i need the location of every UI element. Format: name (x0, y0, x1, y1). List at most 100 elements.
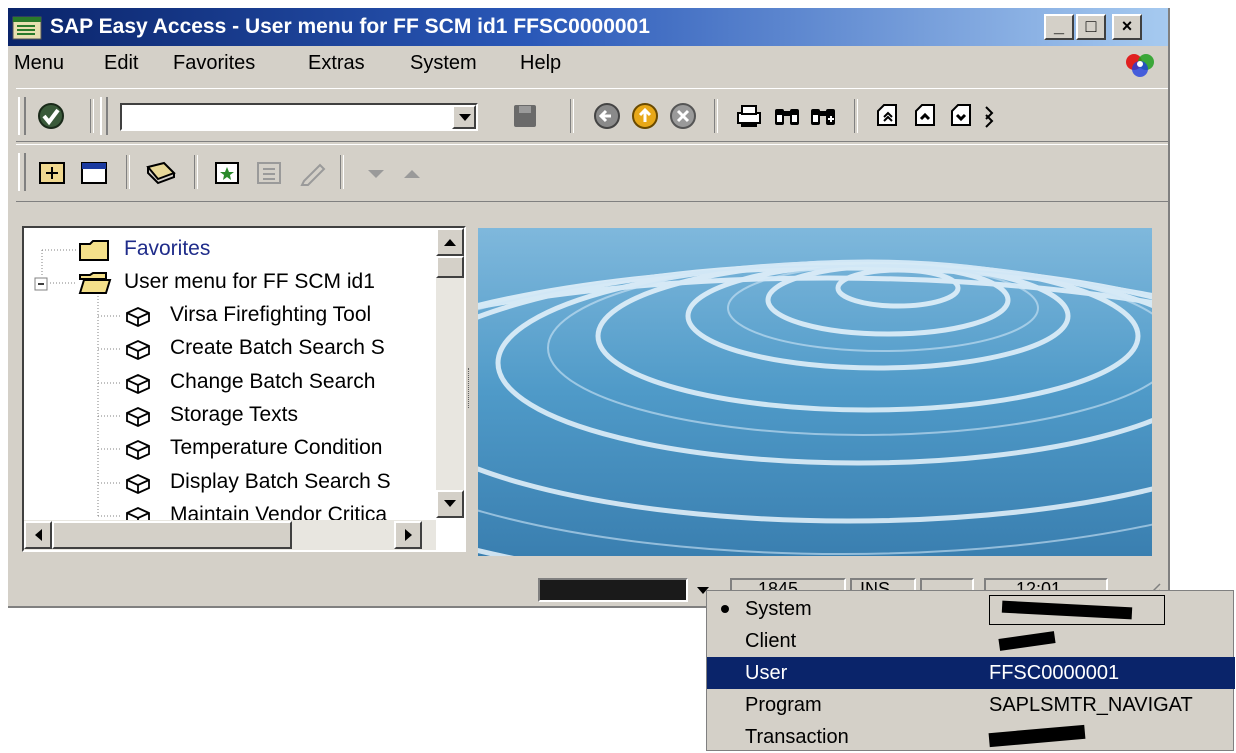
tree-node-label: Favorites (124, 237, 211, 260)
menu-item-help[interactable]: Help (520, 52, 561, 75)
exit-icon[interactable] (630, 101, 660, 131)
enter-icon[interactable] (36, 101, 66, 131)
scroll-thumb[interactable] (52, 521, 292, 549)
popup-key: Program (745, 694, 822, 716)
transaction-status-field[interactable] (538, 578, 688, 602)
toolbar-grip (100, 97, 108, 135)
toolbar-grip[interactable] (18, 97, 26, 135)
menu-item-favorites[interactable]: Favorites (173, 52, 255, 75)
redaction-mark (1001, 600, 1133, 620)
menu-item-system[interactable]: System (410, 52, 477, 75)
command-input[interactable] (122, 105, 446, 129)
scroll-thumb[interactable] (436, 256, 464, 278)
tree-vertical-scrollbar[interactable] (436, 228, 464, 518)
scroll-down-button[interactable] (436, 490, 464, 518)
cancel-icon[interactable] (668, 101, 698, 131)
last-page-icon[interactable] (984, 101, 998, 131)
sap-app-icon (12, 16, 42, 40)
transaction-cube-icon (126, 307, 150, 327)
menu-item-extras[interactable]: Extras (308, 52, 365, 75)
toolbar-separator (340, 155, 344, 189)
open-folder-icon[interactable] (38, 159, 70, 187)
redaction-box (989, 595, 1165, 625)
transaction-cube-icon (126, 440, 150, 460)
popup-key: Client (745, 630, 797, 652)
change-favorite-icon[interactable] (298, 159, 328, 187)
redaction-mark (988, 724, 1086, 748)
tree-item-label: Create Batch Search S (170, 336, 385, 359)
maximize-button[interactable]: □ (1076, 14, 1106, 40)
sap-logo-icon (1126, 54, 1154, 77)
find-next-icon[interactable] (808, 101, 838, 131)
move-up-icon[interactable] (398, 159, 426, 187)
toolbar-grip[interactable] (18, 153, 26, 191)
redaction-mark (998, 631, 1056, 651)
popup-row-system[interactable]: System (707, 593, 1235, 625)
easy-access-background-image (478, 228, 1152, 556)
scroll-left-button[interactable] (24, 521, 52, 549)
first-page-icon[interactable] (874, 101, 904, 131)
scroll-right-button[interactable] (394, 521, 422, 549)
tree-item-label: Temperature Condition (170, 436, 383, 459)
popup-row-program[interactable]: Program SAPLSMTR_NAVIGAT (707, 689, 1235, 721)
tree-item-label: Display Batch Search S (170, 470, 391, 493)
find-icon[interactable] (772, 101, 802, 131)
move-down-icon[interactable] (362, 159, 390, 187)
toolbar-separator (714, 99, 718, 133)
popup-row-user[interactable]: User FFSC0000001 (707, 657, 1235, 689)
tree-item-label: Virsa Firefighting Tool (170, 303, 372, 326)
popup-key: System (745, 598, 812, 620)
title-bar[interactable]: SAP Easy Access - User menu for FF SCM i… (8, 8, 1168, 46)
popup-value: SAPLSMTR_NAVIGAT (989, 694, 1193, 716)
back-icon[interactable] (592, 101, 622, 131)
prev-page-icon[interactable] (912, 101, 942, 131)
minimize-button[interactable]: _ (1044, 14, 1074, 40)
tree-item-transaction[interactable]: Virsa Firefighting Tool (24, 300, 424, 332)
tree-node-user-menu[interactable]: User menu for FF SCM id1 (24, 267, 424, 299)
tree-node-favorites[interactable]: Favorites (24, 234, 424, 266)
transaction-cube-icon (126, 407, 150, 427)
add-favorite-icon[interactable] (212, 159, 244, 187)
window-title: SAP Easy Access - User menu for FF SCM i… (50, 15, 650, 38)
toolbar-separator (126, 155, 130, 189)
popup-row-client[interactable]: Client (707, 625, 1235, 657)
folder-icon (79, 240, 109, 261)
selected-bullet-icon (721, 605, 729, 613)
arrow-left-icon (35, 529, 42, 541)
user-menu-icon[interactable] (80, 159, 112, 187)
sap-menu-icon[interactable] (144, 159, 178, 187)
menu-item-menu[interactable]: Menu (14, 52, 64, 75)
standard-toolbar (16, 88, 1168, 142)
application-toolbar (16, 144, 1168, 202)
scroll-up-button[interactable] (436, 228, 464, 256)
print-icon[interactable] (734, 101, 764, 131)
open-folder-icon (78, 272, 112, 294)
transaction-cube-icon (126, 340, 150, 360)
close-button[interactable]: × (1112, 14, 1142, 40)
menu-tree[interactable]: Favorites User menu for FF SCM id1 Virsa… (22, 226, 466, 552)
tree-node-label: User menu for FF SCM id1 (124, 270, 375, 293)
pane-splitter[interactable] (468, 368, 472, 408)
collapse-icon[interactable] (34, 277, 48, 291)
command-field[interactable] (120, 103, 478, 131)
save-icon[interactable] (512, 103, 538, 129)
popup-key: Transaction (745, 726, 849, 748)
tree-item-transaction[interactable]: Change Batch Search (24, 367, 424, 399)
arrow-up-icon (444, 239, 456, 246)
transaction-cube-icon (126, 374, 150, 394)
popup-value: FFSC0000001 (989, 662, 1120, 684)
delete-favorite-icon[interactable] (254, 159, 286, 187)
popup-row-transaction[interactable]: Transaction (707, 721, 1235, 753)
command-field-dropdown-button[interactable] (452, 105, 476, 129)
tree-horizontal-scrollbar[interactable] (24, 520, 436, 550)
popup-key: User (745, 662, 788, 684)
tree-item-transaction[interactable]: Temperature Condition (24, 433, 424, 465)
tree-item-transaction[interactable]: Display Batch Search S (24, 467, 424, 499)
menu-bar: Menu Edit Favorites Extras System Help (8, 48, 1168, 82)
menu-item-edit[interactable]: Edit (104, 52, 138, 75)
tree-item-transaction[interactable]: Create Batch Search S (24, 333, 424, 365)
arrow-right-icon (405, 529, 412, 541)
next-page-icon[interactable] (948, 101, 978, 131)
tree-item-label: Storage Texts (170, 403, 299, 426)
tree-item-transaction[interactable]: Storage Texts (24, 400, 424, 432)
